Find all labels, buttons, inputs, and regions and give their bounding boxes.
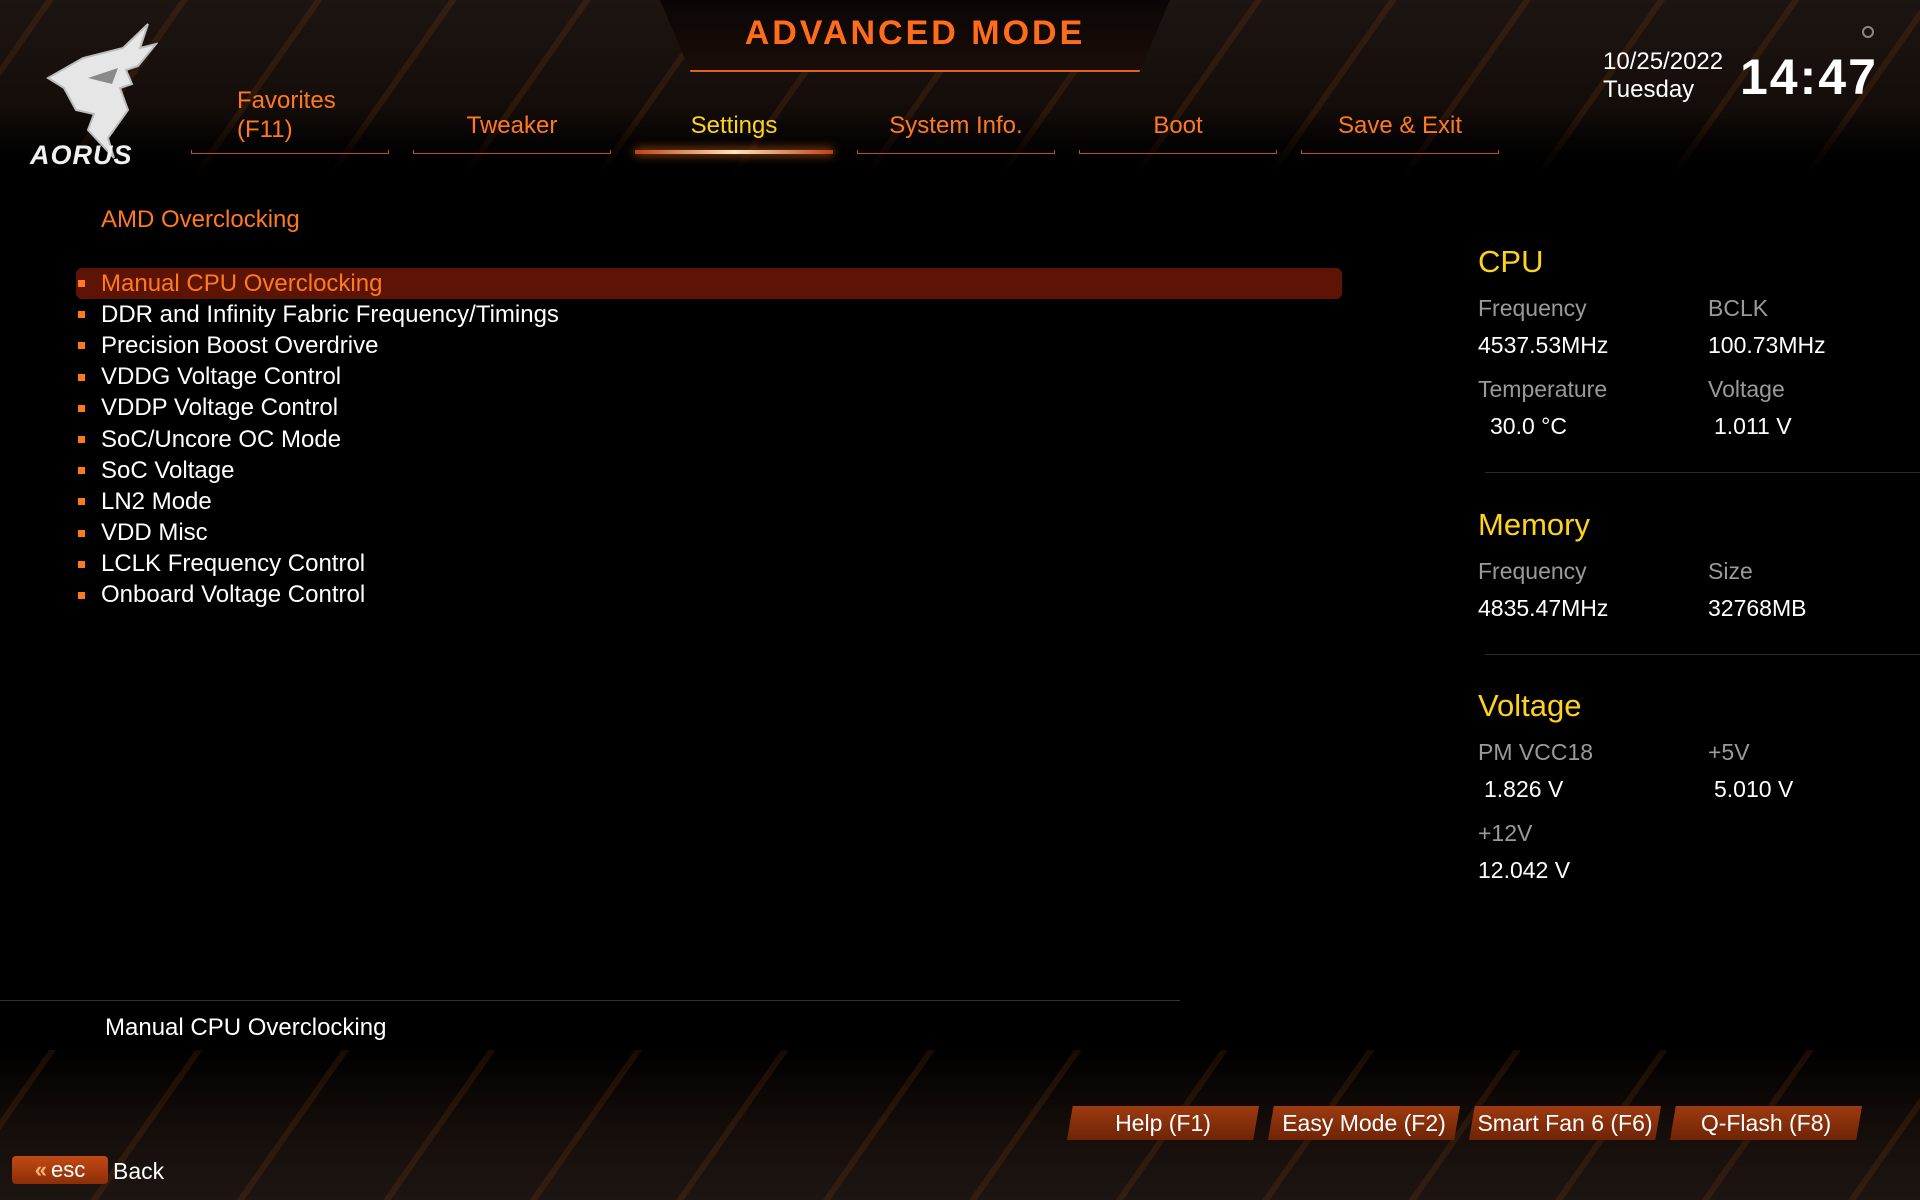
smart-fan-button-label: Smart Fan 6 (F6) bbox=[1477, 1109, 1653, 1136]
bullet-icon bbox=[78, 280, 85, 288]
cpu-voltage-label: Voltage bbox=[1708, 376, 1785, 402]
help-button-label: Help (F1) bbox=[1115, 1109, 1211, 1136]
aorus-logo-text: AORUS bbox=[30, 140, 133, 170]
tab-settings[interactable]: Settings bbox=[635, 80, 833, 154]
tab-save-exit[interactable]: Save & Exit bbox=[1301, 80, 1499, 154]
back-label: Back bbox=[113, 1158, 165, 1184]
menu-item-label: Onboard Voltage Control bbox=[101, 581, 366, 609]
cpu-bclk-label: BCLK bbox=[1708, 295, 1769, 321]
memory-frequency-label: Frequency bbox=[1478, 558, 1587, 584]
date-text: 10/25/2022 bbox=[1603, 48, 1724, 75]
menu-item-soc-uncore-oc-mode[interactable]: SoC/Uncore OC Mode bbox=[76, 424, 1342, 455]
v12-label: +12V bbox=[1478, 820, 1533, 846]
time-display: 14:47 bbox=[1740, 49, 1878, 105]
tab-settings-label: Settings bbox=[690, 112, 778, 139]
tab-save-exit-label: Save & Exit bbox=[1337, 112, 1463, 139]
menu-item-label: LCLK Frequency Control bbox=[101, 550, 366, 578]
menu-item-label: VDDP Voltage Control bbox=[101, 394, 339, 422]
menu-item-soc-voltage[interactable]: SoC Voltage bbox=[76, 455, 1342, 486]
v12-value: 12.042 V bbox=[1478, 857, 1571, 883]
cpu-heading: CPU bbox=[1478, 244, 1544, 279]
cpu-frequency-value: 4537.53MHz bbox=[1478, 332, 1609, 358]
cpu-bclk-value: 100.73MHz bbox=[1708, 332, 1826, 358]
bullet-icon bbox=[78, 591, 85, 599]
memory-size-label: Size bbox=[1708, 558, 1753, 584]
help-button[interactable]: Help (F1) bbox=[1067, 1106, 1259, 1140]
menu-item-vddp-voltage-control[interactable]: VDDP Voltage Control bbox=[76, 393, 1342, 424]
menu-item-label: DDR and Infinity Fabric Frequency/Timing… bbox=[101, 300, 559, 328]
pm-vcc18-value: 1.826 V bbox=[1484, 776, 1564, 802]
date-display: 10/25/2022 Tuesday bbox=[1603, 48, 1723, 104]
bullet-icon bbox=[78, 342, 85, 350]
menu-item-label: SoC/Uncore OC Mode bbox=[101, 425, 342, 453]
easy-mode-button[interactable]: Easy Mode (F2) bbox=[1268, 1106, 1460, 1140]
tab-favorites[interactable]: Favorites (F11) bbox=[191, 80, 389, 154]
help-description: Manual CPU Overclocking bbox=[105, 1014, 387, 1041]
memory-size-value: 32768MB bbox=[1708, 595, 1807, 621]
bullet-icon bbox=[78, 560, 85, 568]
tab-favorites-label: Favorites (F11) bbox=[237, 87, 336, 143]
day-text: Tuesday bbox=[1603, 76, 1695, 103]
cpu-temperature-value: 30.0 °C bbox=[1490, 413, 1567, 439]
menu-item-onboard-voltage-control[interactable]: Onboard Voltage Control bbox=[76, 580, 1342, 611]
bullet-icon bbox=[78, 404, 85, 412]
menu-item-ddr-infinity-fabric[interactable]: DDR and Infinity Fabric Frequency/Timing… bbox=[76, 299, 1342, 330]
cpu-temperature-label: Temperature bbox=[1478, 376, 1608, 402]
menu-item-vdd-misc[interactable]: VDD Misc bbox=[76, 518, 1342, 549]
bullet-icon bbox=[78, 467, 85, 475]
bullet-icon bbox=[78, 373, 85, 381]
voltage-heading: Voltage bbox=[1478, 688, 1582, 723]
easy-mode-button-label: Easy Mode (F2) bbox=[1282, 1109, 1446, 1136]
bullet-icon bbox=[78, 529, 85, 537]
tab-boot-label: Boot bbox=[1153, 112, 1203, 139]
tab-tweaker[interactable]: Tweaker bbox=[413, 80, 611, 154]
gear-icon[interactable] bbox=[1862, 26, 1874, 38]
menu-item-vddg-voltage-control[interactable]: VDDG Voltage Control bbox=[76, 362, 1342, 393]
v5-label: +5V bbox=[1708, 739, 1750, 765]
menu-item-label: SoC Voltage bbox=[101, 456, 235, 484]
menu-item-label: Precision Boost Overdrive bbox=[101, 331, 379, 359]
menu-item-ln2-mode[interactable]: LN2 Mode bbox=[76, 486, 1342, 517]
tab-system-info[interactable]: System Info. bbox=[857, 80, 1055, 154]
bullet-icon bbox=[78, 436, 85, 444]
menu-item-precision-boost-overdrive[interactable]: Precision Boost Overdrive bbox=[76, 330, 1342, 361]
pm-vcc18-label: PM VCC18 bbox=[1478, 739, 1594, 765]
mode-title: ADVANCED MODE bbox=[744, 14, 1086, 52]
cpu-voltage-value: 1.011 V bbox=[1714, 413, 1792, 439]
panel-divider bbox=[1485, 472, 1920, 473]
q-flash-button-label: Q-Flash (F8) bbox=[1700, 1109, 1832, 1136]
q-flash-button[interactable]: Q-Flash (F8) bbox=[1670, 1106, 1862, 1140]
overclocking-menu: Manual CPU Overclocking DDR and Infinity… bbox=[76, 268, 1342, 611]
menu-item-label: VDD Misc bbox=[101, 519, 208, 547]
bullet-icon bbox=[78, 311, 85, 319]
menu-item-lclk-frequency-control[interactable]: LCLK Frequency Control bbox=[76, 549, 1342, 580]
memory-frequency-value: 4835.47MHz bbox=[1478, 595, 1609, 621]
memory-heading: Memory bbox=[1478, 507, 1590, 542]
menu-item-label: VDDG Voltage Control bbox=[101, 363, 342, 391]
esc-button[interactable]: «esc bbox=[12, 1156, 108, 1184]
menu-item-label: LN2 Mode bbox=[101, 487, 212, 515]
section-title: AMD Overclocking bbox=[101, 206, 300, 233]
smart-fan-button[interactable]: Smart Fan 6 (F6) bbox=[1469, 1106, 1661, 1140]
menu-item-label: Manual CPU Overclocking bbox=[101, 269, 383, 297]
v5-value: 5.010 V bbox=[1714, 776, 1794, 802]
tab-tweaker-label: Tweaker bbox=[466, 112, 558, 139]
tab-system-info-label: System Info. bbox=[889, 112, 1023, 139]
esc-button-label: esc bbox=[51, 1157, 86, 1182]
bullet-icon bbox=[78, 498, 85, 506]
help-divider bbox=[0, 1000, 1180, 1001]
panel-divider bbox=[1485, 654, 1920, 655]
tab-boot[interactable]: Boot bbox=[1079, 80, 1277, 154]
cpu-frequency-label: Frequency bbox=[1478, 295, 1587, 321]
menu-item-manual-cpu-overclocking[interactable]: Manual CPU Overclocking bbox=[76, 268, 1342, 300]
double-chevron-left-icon: « bbox=[34, 1157, 47, 1182]
